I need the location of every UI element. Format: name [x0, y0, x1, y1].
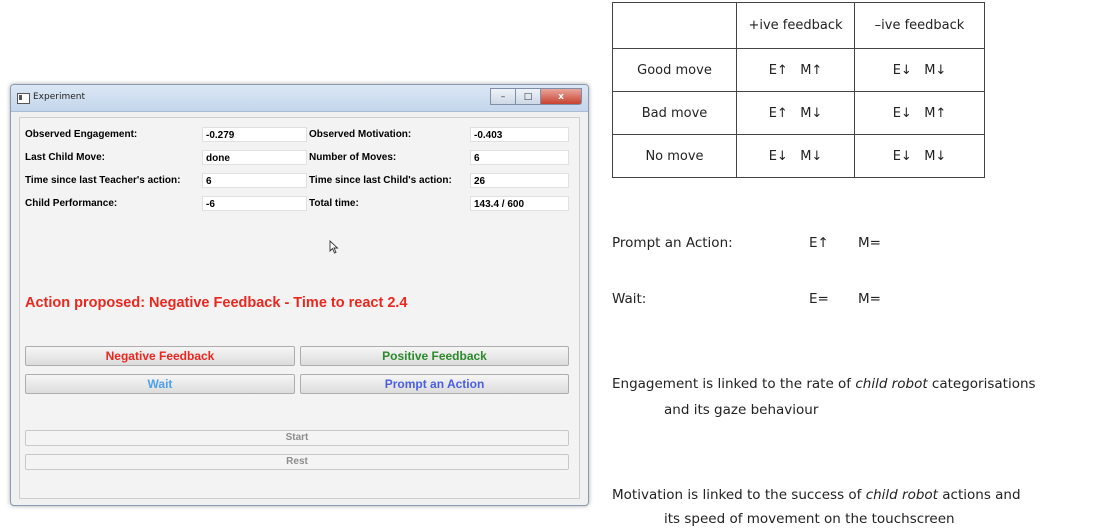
- prompt-action-button[interactable]: Prompt an Action: [300, 374, 569, 394]
- feedback-effect-table: +ive feedback –ive feedback Good move E↑…: [612, 2, 985, 178]
- mouse-cursor-icon: [329, 240, 339, 254]
- close-button[interactable]: x: [540, 88, 582, 105]
- table-cell: E↓ M↓: [854, 134, 985, 178]
- action-proposed-text: Action proposed: Negative Feedback - Tim…: [25, 295, 408, 311]
- rest-button[interactable]: Rest: [25, 454, 569, 470]
- time-since-child-value: 26: [470, 173, 569, 188]
- motivation-note-line2: its speed of movement on the touchscreen: [664, 511, 955, 527]
- child-performance-value: -6: [202, 196, 307, 211]
- table-row: Good move E↑ M↑ E↓ M↓: [612, 48, 985, 92]
- table-cell: E↓ M↑: [854, 91, 985, 135]
- positive-feedback-button[interactable]: Positive Feedback: [300, 346, 569, 366]
- number-of-moves-value: 6: [470, 150, 569, 165]
- row-label-good-move: Good move: [612, 48, 737, 92]
- negative-feedback-header: –ive feedback: [854, 2, 985, 49]
- wait-rule-m: M=: [858, 291, 881, 307]
- last-child-move-label: Last Child Move:: [25, 152, 106, 163]
- engagement-note-line1: Engagement is linked to the rate of chil…: [612, 376, 1036, 392]
- number-of-moves-label: Number of Moves:: [309, 152, 397, 163]
- wait-rule-label: Wait:: [612, 291, 647, 307]
- observed-engagement-value: -0.279: [202, 127, 307, 142]
- wait-button[interactable]: Wait: [25, 374, 295, 394]
- table-cell: E↓ M↓: [854, 48, 985, 92]
- experiment-window: Experiment – □ x Observed Engagement: -0…: [10, 84, 589, 506]
- motivation-note-italic: child robot: [865, 487, 938, 503]
- title-bar[interactable]: Experiment – □ x: [11, 85, 588, 112]
- motivation-note-pre: Motivation is linked to the success of: [612, 487, 866, 503]
- client-area: Observed Engagement: -0.279 Observed Mot…: [19, 117, 580, 499]
- row-label-no-move: No move: [612, 134, 737, 178]
- negative-feedback-button[interactable]: Negative Feedback: [25, 346, 295, 366]
- time-since-teacher-label: Time since last Teacher's action:: [25, 175, 181, 186]
- observed-motivation-value: -0.403: [470, 127, 569, 142]
- engagement-note-post: categorisations: [927, 376, 1036, 392]
- engagement-note-line2: and its gaze behaviour: [664, 402, 819, 418]
- caption-buttons: – □ x: [490, 88, 582, 105]
- engagement-note-pre: Engagement is linked to the rate of: [612, 376, 856, 392]
- table-corner-cell: [612, 2, 737, 49]
- motivation-note-post: actions and: [937, 487, 1021, 503]
- wait-rule-e: E=: [809, 291, 829, 307]
- table-cell: E↑ M↑: [736, 48, 855, 92]
- table-row: No move E↓ M↓ E↓ M↓: [612, 134, 985, 178]
- row-label-bad-move: Bad move: [612, 91, 737, 135]
- observed-motivation-label: Observed Motivation:: [309, 129, 412, 140]
- maximize-button[interactable]: □: [515, 88, 541, 105]
- window-title: Experiment: [33, 92, 86, 102]
- prompt-action-rule-e: E↑: [809, 235, 829, 251]
- total-time-value: 143.4 / 600: [470, 196, 569, 211]
- positive-feedback-header-text: +ive feedback: [748, 18, 843, 33]
- engagement-note-italic: child robot: [855, 376, 928, 392]
- minimize-button[interactable]: –: [490, 88, 516, 105]
- motivation-note-line1: Motivation is linked to the success of c…: [612, 487, 1021, 503]
- time-since-child-label: Time since last Child's action:: [309, 175, 452, 186]
- last-child-move-value: done: [202, 150, 307, 165]
- negative-feedback-header-text: –ive feedback: [874, 18, 965, 33]
- total-time-label: Total time:: [309, 198, 359, 209]
- positive-feedback-header: +ive feedback: [736, 2, 855, 49]
- start-button[interactable]: Start: [25, 430, 569, 446]
- observed-engagement-label: Observed Engagement:: [25, 129, 138, 140]
- prompt-action-rule-label: Prompt an Action:: [612, 235, 733, 251]
- child-performance-label: Child Performance:: [25, 198, 118, 209]
- table-cell: E↓ M↓: [736, 134, 855, 178]
- table-row: Bad move E↑ M↓ E↓ M↑: [612, 91, 985, 135]
- table-cell: E↑ M↓: [736, 91, 855, 135]
- app-icon: [17, 93, 30, 104]
- prompt-action-rule-m: M=: [858, 235, 881, 251]
- time-since-teacher-value: 6: [202, 173, 307, 188]
- table-header-row: +ive feedback –ive feedback: [612, 2, 985, 49]
